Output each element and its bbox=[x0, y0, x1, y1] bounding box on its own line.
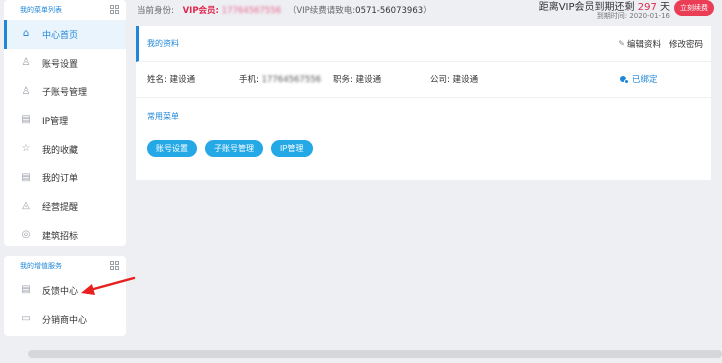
home-icon: ⌂ bbox=[22, 28, 30, 40]
sidebar-item-label: 我的订单 bbox=[42, 174, 79, 185]
company-key: 公司: bbox=[430, 75, 450, 85]
sidebar-item[interactable]: ♙ 账号设置 bbox=[4, 49, 126, 78]
edit-profile-label: 编辑资料 bbox=[626, 39, 661, 50]
renew-now-button[interactable]: 立刻续费 bbox=[674, 0, 714, 16]
common-menu-header: 常用菜单 bbox=[136, 98, 711, 134]
name-key: 姓名: bbox=[147, 75, 167, 85]
profile-title: 我的资料 bbox=[147, 39, 179, 48]
expire-date: 2020-01-16 bbox=[629, 12, 670, 20]
sidebar-menu-title: 我的菜单列表 bbox=[20, 6, 62, 14]
vip-label: VIP会员: bbox=[182, 6, 219, 16]
edit-icon: ✎ bbox=[618, 39, 625, 48]
sidebar-item-label: 我的收藏 bbox=[42, 145, 79, 156]
renew-hotline-note: （VIP续费请致电:0571-56073963） bbox=[288, 6, 432, 16]
phone-key: 手机: bbox=[239, 75, 259, 85]
order-icon: ▤ bbox=[21, 171, 31, 183]
sub-user-icon: ♙ bbox=[21, 85, 31, 97]
sidebar-item-label: 反馈中心 bbox=[42, 286, 79, 297]
sidebar-item[interactable]: ☆ 我的收藏 bbox=[4, 135, 126, 164]
profile-actions: ✎ 编辑资料 修改密码 bbox=[618, 38, 703, 50]
bound-label: 已绑定 bbox=[632, 75, 658, 85]
expire-date-label: 到期时间: bbox=[596, 12, 628, 20]
horizontal-scrollbar[interactable] bbox=[28, 350, 722, 358]
sidebar-item[interactable]: ◎ 建筑招标 bbox=[4, 221, 126, 250]
common-menu-buttons: 账号设置 子账号管理 IP管理 bbox=[136, 140, 711, 157]
distributor-icon: ▭ bbox=[21, 313, 31, 325]
top-info-strip: 当前身份: VIP会员: 17764567556 （VIP续费请致电:0571-… bbox=[136, 0, 722, 26]
sidebar-item-label: 账号设置 bbox=[42, 59, 79, 70]
quick-menu-button[interactable]: 账号设置 bbox=[147, 140, 197, 157]
user-icon: ♙ bbox=[21, 57, 31, 69]
target-icon: ◎ bbox=[21, 229, 31, 241]
document-icon: ▤ bbox=[21, 114, 31, 126]
change-password-link[interactable]: 修改密码 bbox=[669, 38, 703, 50]
hotline-number: 0571-56073963 bbox=[355, 6, 424, 16]
wechat-bound-status[interactable]: 已绑定 bbox=[620, 62, 658, 98]
common-menu-title: 常用菜单 bbox=[147, 111, 179, 121]
annotation-arrow bbox=[81, 276, 136, 295]
profile-phone: 手机: 17764567556 bbox=[239, 62, 321, 98]
sidebar-menu-panel: 我的菜单列表 ⌂ 中心首页 ♙ 账号设置 ♙ 子账号管理 ▤ IP管理 ☆ 我的收藏 ▤ 我的订单 ◬ 经… bbox=[4, 0, 126, 246]
sidebar-item[interactable]: ⌂ 中心首页 bbox=[4, 20, 126, 49]
name-value: 建设通 bbox=[169, 75, 196, 85]
company-value: 建设通 bbox=[452, 75, 479, 85]
wechat-icon bbox=[620, 76, 630, 84]
edit-profile-link[interactable]: ✎ 编辑资料 bbox=[618, 38, 661, 50]
renew-note-suffix: ） bbox=[423, 6, 432, 16]
identity-line: 当前身份: VIP会员: 17764567556 （VIP续费请致电:0571-… bbox=[137, 4, 432, 16]
profile-info-row: 姓名: 建设通 手机: 17764567556 职务: 建设通 公司: 建设通 … bbox=[136, 62, 711, 98]
grid-toggle-icon[interactable] bbox=[110, 5, 120, 15]
sidebar-item-label: 建筑招标 bbox=[42, 231, 79, 242]
sidebar-item[interactable]: ▤ IP管理 bbox=[4, 106, 126, 135]
sidebar-item-label: 子账号管理 bbox=[42, 88, 88, 99]
expire-date-line: 到期时间: 2020-01-16 bbox=[597, 11, 670, 21]
vip-phone: 17764567556 bbox=[221, 6, 282, 16]
profile-name: 姓名: 建设通 bbox=[147, 62, 195, 98]
profile-header: 我的资料 ✎ 编辑资料 修改密码 bbox=[136, 26, 711, 62]
sidebar-menu-header: 我的菜单列表 bbox=[4, 0, 126, 20]
sidebar-item-label: 分销商中心 bbox=[42, 315, 88, 326]
main-panel: 我的资料 ✎ 编辑资料 修改密码 姓名: 建设通 手机: 17764567556… bbox=[136, 26, 711, 180]
job-key: 职务: bbox=[333, 75, 353, 85]
renew-note-prefix: （VIP续费请致电: bbox=[287, 6, 356, 16]
phone-value: 17764567556 bbox=[261, 75, 322, 85]
bell-icon: ◬ bbox=[22, 200, 30, 212]
profile-job: 职务: 建设通 bbox=[333, 62, 381, 98]
sidebar-item-label: 经营提醒 bbox=[42, 202, 79, 213]
sidebar-item[interactable]: ♙ 子账号管理 bbox=[4, 77, 126, 106]
sidebar-item-label: IP管理 bbox=[42, 116, 69, 127]
sidebar-item[interactable]: ◬ 经营提醒 bbox=[4, 192, 126, 221]
sidebar-item[interactable]: ▤ 我的订单 bbox=[4, 163, 126, 192]
profile-company: 公司: 建设通 bbox=[430, 62, 478, 98]
sidebar-item[interactable]: ▭ 分销商中心 bbox=[4, 305, 126, 334]
sidebar-service-header: 我的增值服务 bbox=[4, 256, 126, 276]
identity-label: 当前身份: bbox=[137, 6, 174, 16]
job-value: 建设通 bbox=[355, 75, 382, 85]
star-icon: ☆ bbox=[21, 143, 31, 155]
sidebar-item-label: 中心首页 bbox=[42, 30, 79, 41]
quick-menu-button[interactable]: 子账号管理 bbox=[205, 140, 263, 157]
feedback-icon: ▤ bbox=[21, 284, 31, 296]
sidebar-service-title: 我的增值服务 bbox=[20, 262, 62, 270]
quick-menu-button[interactable]: IP管理 bbox=[271, 140, 313, 157]
grid-toggle-icon[interactable] bbox=[110, 261, 120, 271]
